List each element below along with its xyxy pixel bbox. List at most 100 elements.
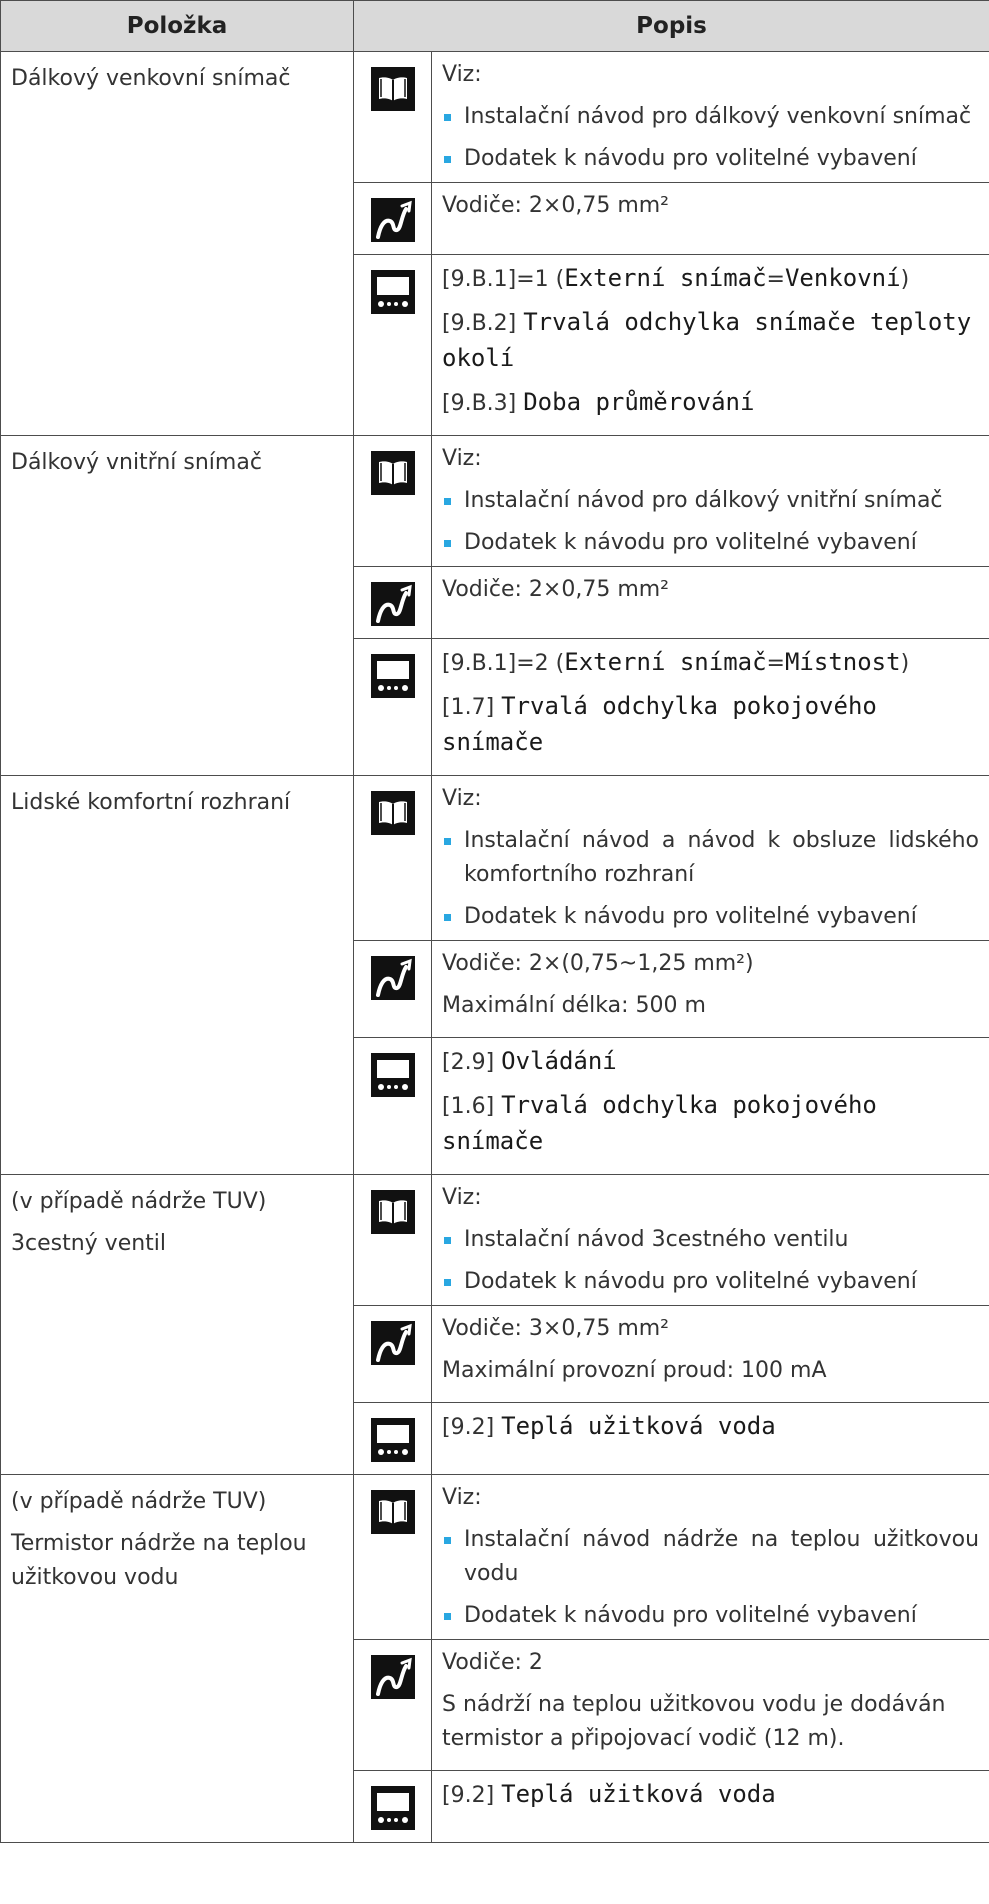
manual-bullet: Dodatek k návodu pro volitelné vybavení: [442, 526, 979, 560]
icon-cell: [353, 254, 432, 436]
icon-cell: [353, 1174, 432, 1306]
setting-line: [1.7] Trvalá odchylka pokojového snímače: [442, 689, 979, 761]
setting-line: [9.B.3] Doba průměrování: [442, 385, 979, 421]
setting-line: [9.B.1]=1 (Externí snímač=Venkovní): [442, 261, 979, 297]
wiring-info: Vodiče: 3×0,75 mm² Maximální provozní pro…: [430, 1305, 989, 1403]
see-label: Viz:: [442, 446, 482, 471]
setting-name: Externí snímač: [564, 264, 767, 292]
setting-equals: =: [766, 651, 785, 676]
wire-icon: [370, 955, 416, 1001]
book-icon: [370, 1489, 416, 1535]
icon-cell: [353, 1305, 432, 1403]
setting-code: [1.7]: [442, 695, 502, 720]
setting-name: Teplá užitková voda: [501, 1412, 776, 1440]
icon-cell: [353, 566, 432, 639]
wire-icon: [370, 581, 416, 627]
options-table-page: Položka Popis Dálkový venkovní snímač Viz…: [0, 0, 989, 1843]
setting-line: [9.2] Teplá užitková voda: [442, 1409, 979, 1445]
manual-bullet: Instalační návod 3cestného ventilu: [442, 1223, 979, 1257]
wire-icon: [370, 197, 416, 243]
setting-code: [9.2]: [442, 1415, 502, 1440]
book-icon: [370, 1189, 416, 1235]
icon-cell: [353, 1474, 432, 1640]
wiring-text: Maximální provozní proud: 100 mA: [442, 1358, 827, 1383]
table-row: Lidské komfortní rozhraní Viz: Instalační …: [0, 775, 989, 1175]
setting-code: [9.2]: [442, 1783, 502, 1808]
book-icon: [370, 66, 416, 112]
item-text: Lidské komfortní rozhraní: [11, 790, 291, 815]
manual-bullet: Dodatek k návodu pro volitelné vybavení: [442, 142, 979, 176]
options-table: Položka Popis Dálkový venkovní snímač Viz…: [0, 0, 989, 1843]
manual-bullet: Instalační návod nádrže na teplou užitko…: [442, 1523, 979, 1591]
wiring-text: Vodiče: 3×0,75 mm²: [442, 1316, 670, 1341]
table-body: Dálkový venkovní snímač Viz: Instalační ná…: [0, 51, 989, 1843]
item-text: Dálkový vnitřní snímač: [11, 450, 262, 475]
table-header-row: Položka Popis: [0, 0, 989, 52]
wire-icon: [370, 1320, 416, 1366]
user-interface-icon: [370, 1052, 416, 1098]
header-description: Popis: [352, 0, 989, 52]
item-cell: (v případě nádrže TUV) 3cestný ventil: [0, 1174, 354, 1475]
icon-cell: [353, 1037, 432, 1175]
manual-references: Viz: Instalační návod pro dálkový venkovn…: [430, 51, 989, 183]
setting-value: Místnost: [784, 648, 901, 676]
wiring-text: Vodiče: 2: [442, 1650, 543, 1675]
see-label: Viz:: [442, 62, 482, 87]
user-interface-icon: [370, 1417, 416, 1463]
manual-references: Viz: Instalační návod 3cestného ventilu Do…: [430, 1174, 989, 1306]
wiring-text: S nádrží na teplou užitkovou vodu je dod…: [442, 1692, 946, 1751]
item-cell: Dálkový venkovní snímač: [0, 51, 354, 436]
manual-bullet: Dodatek k návodu pro volitelné vybavení: [442, 900, 979, 934]
setting-line: [2.9] Ovládání: [442, 1044, 979, 1080]
setting-name: Trvalá odchylka pokojového snímače: [442, 1091, 877, 1155]
wiring-text: Vodiče: 2×0,75 mm²: [442, 577, 670, 602]
item-text: Dálkový venkovní snímač: [11, 66, 291, 91]
book-icon: [370, 790, 416, 836]
item-text: (v případě nádrže TUV): [11, 1489, 267, 1514]
setting-line: [9.B.2] Trvalá odchylka snímače teploty …: [442, 305, 979, 377]
item-text: 3cestný ventil: [11, 1231, 167, 1256]
user-interface-icon: [370, 269, 416, 315]
setting-code: [2.9]: [442, 1050, 502, 1075]
wiring-text: Vodiče: 2×(0,75~1,25 mm²): [442, 951, 754, 976]
manual-bullet: Instalační návod pro dálkový venkovní sn…: [442, 100, 979, 134]
item-cell: Lidské komfortní rozhraní: [0, 775, 354, 1175]
user-interface-icon: [370, 653, 416, 699]
see-label: Viz:: [442, 1185, 482, 1210]
setting-line: [9.B.1]=2 (Externí snímač=Místnost): [442, 645, 979, 681]
setting-name: Trvalá odchylka pokojového snímače: [442, 692, 877, 756]
user-interface-icon: [370, 1785, 416, 1831]
icon-cell: [353, 775, 432, 941]
setting-code: [9.B.1]=1 (: [442, 267, 565, 292]
setting-equals: =: [766, 267, 785, 292]
setting-code: [9.B.1]=2 (: [442, 651, 565, 676]
wiring-text: Vodiče: 2×0,75 mm²: [442, 193, 670, 218]
wire-icon: [370, 1654, 416, 1700]
icon-cell: [353, 1639, 432, 1771]
wiring-info: Vodiče: 2×0,75 mm²: [430, 566, 989, 639]
see-label: Viz:: [442, 1485, 482, 1510]
icon-cell: [353, 51, 432, 183]
table-row: (v případě nádrže TUV) Termistor nádrže n…: [0, 1474, 989, 1843]
ui-settings: [9.2] Teplá užitková voda: [430, 1770, 989, 1843]
header-item: Položka: [0, 0, 354, 52]
ui-settings: [2.9] Ovládání [1.6] Trvalá odchylka poko…: [430, 1037, 989, 1175]
setting-name: Doba průměrování: [523, 388, 755, 416]
manual-bullet: Instalační návod a návod k obsluze lidsk…: [442, 824, 979, 892]
table-row: Dálkový vnitřní snímač Viz: Instalační náv…: [0, 435, 989, 776]
setting-name: Externí snímač: [564, 648, 767, 676]
icon-cell: [353, 638, 432, 776]
setting-close: ): [900, 267, 910, 292]
setting-name: Teplá užitková voda: [501, 1780, 776, 1808]
book-icon: [370, 450, 416, 496]
setting-code: [9.B.3]: [442, 391, 524, 416]
wiring-info: Vodiče: 2×0,75 mm²: [430, 182, 989, 255]
setting-close: ): [900, 651, 910, 676]
see-label: Viz:: [442, 786, 482, 811]
manual-bullet: Dodatek k návodu pro volitelné vybavení: [442, 1599, 979, 1633]
icon-cell: [353, 940, 432, 1038]
icon-cell: [353, 1770, 432, 1843]
table-row: Dálkový venkovní snímač Viz: Instalační ná…: [0, 51, 989, 436]
item-cell: (v případě nádrže TUV) Termistor nádrže n…: [0, 1474, 354, 1843]
setting-code: [1.6]: [442, 1094, 502, 1119]
